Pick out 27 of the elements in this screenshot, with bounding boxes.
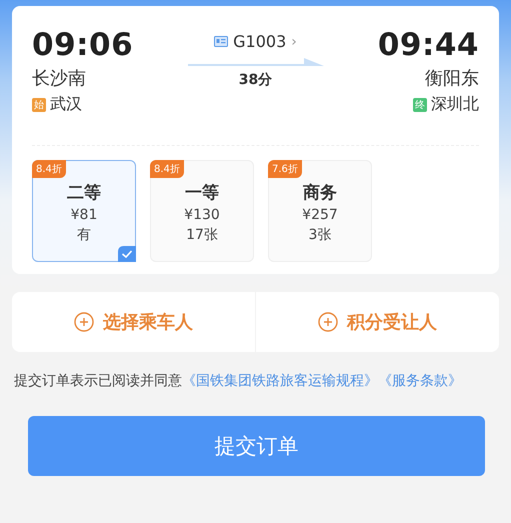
seat-option[interactable]: 8.4折 一等 ¥130 17张: [150, 160, 254, 262]
terms-notice: 提交订单表示已阅读并同意《国铁集团铁路旅客运输规程》《服务条款》: [14, 372, 463, 391]
train-number-link[interactable]: G1003 ›: [214, 32, 297, 51]
submit-order-button[interactable]: 提交订单: [28, 416, 485, 476]
arrival-time: 09:44: [378, 28, 479, 62]
duration: 38分: [238, 71, 272, 89]
origin-station: 武汉: [50, 94, 82, 115]
departure-time: 09:06: [32, 28, 134, 62]
add-person-button[interactable]: 积分受让人: [255, 292, 499, 352]
discount-tag: 7.6折: [268, 160, 302, 178]
origin-badge: 始: [32, 98, 46, 112]
add-icon: [318, 312, 338, 332]
add-person-button[interactable]: 选择乘车人: [12, 292, 255, 352]
terminal-station: 深圳北: [431, 94, 479, 115]
terminal-badge: 终: [413, 98, 427, 112]
seat-option[interactable]: 7.6折 商务 ¥257 3张: [268, 160, 372, 262]
seat-option[interactable]: 8.4折 二等 ¥81 有: [32, 160, 136, 262]
terms-link[interactable]: 《国铁集团铁路旅客运输规程》: [182, 373, 378, 389]
discount-tag: 8.4折: [32, 160, 66, 178]
terms-link[interactable]: 《服务条款》: [378, 373, 462, 389]
arrow-icon: [188, 57, 324, 67]
arrival-station: 衡阳东: [425, 67, 479, 90]
id-card-icon: [214, 36, 228, 47]
departure-station: 长沙南: [32, 67, 87, 90]
add-icon: [74, 312, 94, 332]
discount-tag: 8.4折: [150, 160, 184, 178]
check-icon: [118, 246, 136, 262]
